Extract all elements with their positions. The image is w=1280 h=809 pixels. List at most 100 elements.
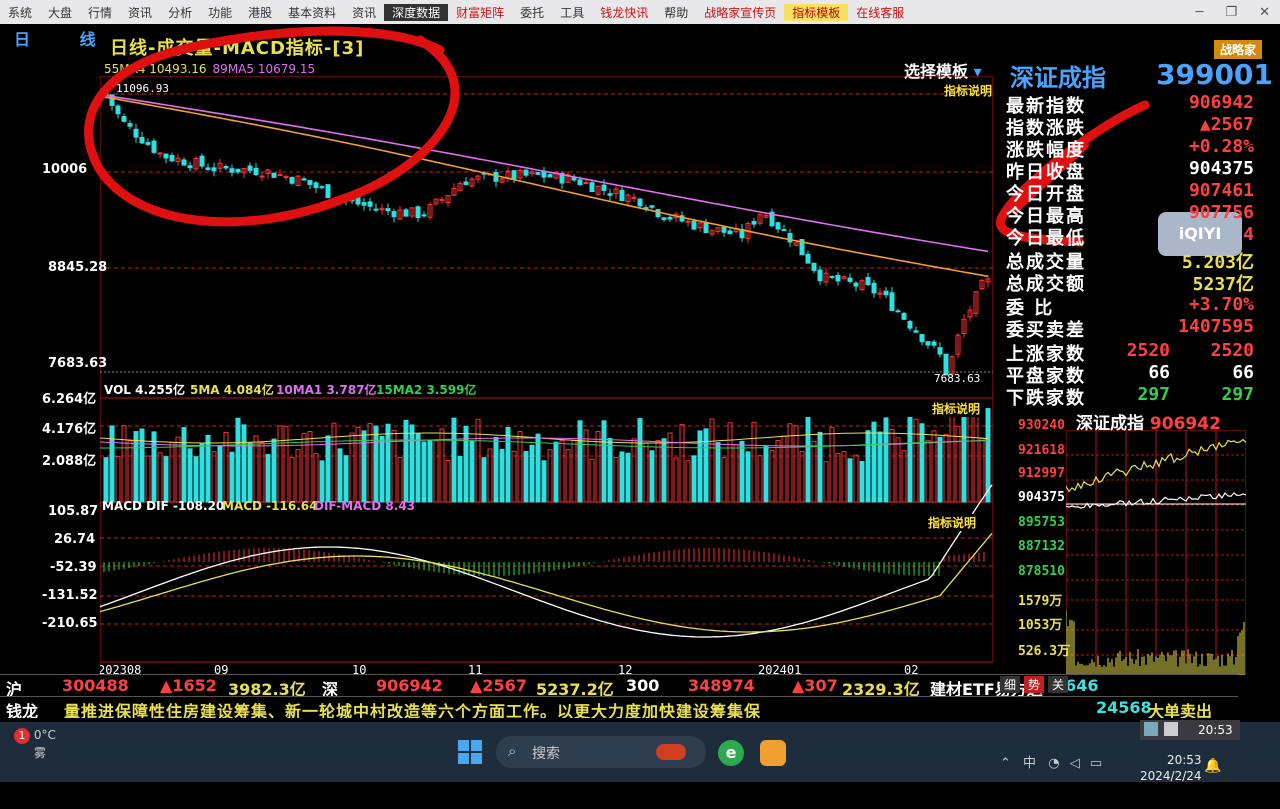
volume-bar [811, 440, 817, 503]
volume-bar [301, 432, 307, 503]
candle-body [913, 330, 919, 333]
search-placeholder: 搜索 [532, 746, 560, 762]
ime-icon[interactable]: 中 [1023, 756, 1036, 771]
candle-body [937, 347, 943, 355]
battery-icon[interactable]: ▭ [1090, 756, 1102, 771]
volume-bar [577, 420, 583, 503]
user-icon[interactable] [1144, 722, 1158, 736]
period-selector[interactable]: 日 线 [14, 26, 118, 50]
volume-bar [409, 424, 415, 503]
menu-item-3[interactable]: 资讯 [120, 4, 160, 21]
volume-bar [715, 442, 721, 503]
candle-body [781, 229, 787, 232]
volume-bar [613, 456, 619, 503]
indicator-note-button-0[interactable]: 指标说明 [944, 82, 993, 99]
volume-bar [127, 440, 133, 503]
volume-bar [559, 440, 565, 503]
volume-bar [265, 453, 271, 503]
candle-body [931, 341, 937, 346]
intraday-chart[interactable] [1066, 430, 1246, 675]
menu-item-5[interactable]: 功能 [200, 4, 240, 21]
indicator-note-button-2[interactable]: 指标说明 [928, 514, 977, 531]
panel-tab-1[interactable]: 势 [1024, 676, 1045, 693]
system-tray-icons[interactable]: ⌃ 中 ◔ ◁ ▭ [1000, 752, 1102, 771]
menu-item-2[interactable]: 行情 [80, 4, 120, 21]
volume-bar [637, 418, 643, 503]
volume-bar [685, 460, 691, 503]
volume-bar [859, 460, 865, 503]
quote-row: 今日开盘 907461 [1006, 180, 1256, 205]
candle-body [721, 226, 727, 233]
candle-body [151, 140, 157, 153]
weather-badge: 1 [14, 728, 30, 744]
volume-bar [709, 418, 715, 503]
panel-tab-2[interactable]: 关 [1048, 676, 1069, 693]
quote-row: 今日最低 4 [1006, 224, 1256, 249]
macd-legend-0: MACD DIF -108.20 [102, 499, 225, 513]
news-scroller[interactable]: 钱龙 量推进保障性住房建设筹集、新一轮城中村改造等六个方面工作。以更大力度加快建… [0, 696, 1238, 718]
menu-item-9[interactable]: 深度数据 [384, 3, 449, 21]
volume-bar [721, 456, 727, 503]
candle-body [607, 193, 613, 196]
menu-item-7[interactable]: 基本资料 [280, 4, 344, 21]
panel-tab-0[interactable]: 细 [1000, 676, 1021, 693]
vol-legend-0: VOL 4.255亿 [104, 383, 186, 397]
candle-body [331, 198, 337, 201]
volume-bar [625, 452, 631, 503]
indicator-note-button-1[interactable]: 指标说明 [932, 400, 981, 417]
volume-bar [769, 449, 775, 503]
price-axis-label-1: 8845.28 [48, 260, 108, 275]
notification-bell-icon[interactable]: 🔔 [1204, 758, 1221, 774]
price-axis-label-2: 7683.63 [48, 356, 108, 371]
menu-item-1[interactable]: 大盘 [40, 4, 80, 21]
wifi-icon[interactable]: ◔ [1048, 756, 1059, 771]
quote-value-2: 2520 [1126, 340, 1170, 361]
menu-item-17[interactable]: 在线客服 [848, 4, 912, 21]
menu-item-13[interactable]: 钱龙快讯 [592, 4, 656, 21]
candle-body [325, 184, 331, 199]
volume-bar [775, 439, 781, 503]
menu-item-16[interactable]: 指标模板 [784, 3, 849, 21]
menu-item-6[interactable]: 港股 [240, 4, 280, 21]
menu-item-15[interactable]: 战略家宣传页 [696, 4, 784, 21]
quote-value: 4 [1243, 224, 1254, 245]
windows-start-icon[interactable] [456, 738, 484, 766]
menu-item-10[interactable]: 财富矩阵 [448, 4, 512, 21]
candle-body [103, 87, 109, 96]
menu-item-8[interactable]: 资讯 [344, 4, 384, 21]
menu-item-11[interactable]: 委托 [512, 4, 552, 21]
volume-bar [433, 440, 439, 503]
ticker-etf-amount: 24568 [1096, 698, 1152, 717]
volume-bar [139, 428, 145, 503]
volume-bar [529, 444, 535, 503]
candle-body [253, 167, 259, 176]
taskbar-search[interactable]: ⌕ 搜索 [496, 736, 706, 768]
vol-legend-2: 10MA1 3.787亿 [276, 383, 377, 397]
menu-item-12[interactable]: 工具 [552, 4, 592, 21]
menu-item-14[interactable]: 帮助 [656, 4, 696, 21]
ticker-300-change: ▲307 [792, 676, 838, 695]
qianlong-app-icon[interactable] [760, 740, 786, 766]
candle-body [385, 208, 391, 212]
grid-icon[interactable] [1164, 722, 1178, 736]
kline-chart[interactable]: 11096.937683.63202308 09 10 11 12 202401 02 [100, 76, 993, 676]
minimize-icon[interactable]: ─ [1196, 5, 1204, 20]
menu-item-0[interactable]: 系统 [0, 4, 40, 21]
menu-item-4[interactable]: 分析 [160, 4, 200, 21]
volume-bar [757, 455, 763, 503]
quote-row: 涨跌幅度 +0.28% [1006, 136, 1256, 161]
index-name: 深证成指 [1010, 64, 1106, 92]
candle-body [307, 180, 313, 186]
volume-bar [295, 449, 301, 503]
macd-axis-label-2: -52.39 [50, 560, 97, 575]
macd-axis-label-3: -131.52 [42, 588, 98, 603]
weather-widget[interactable]: 1 0°C 雾 [14, 728, 56, 761]
edge-browser-icon[interactable]: e [718, 740, 744, 766]
close-icon[interactable]: ✕ [1259, 5, 1270, 20]
candle-body [847, 277, 853, 282]
restore-icon[interactable]: ❐ [1225, 5, 1237, 20]
taskbar-clock[interactable]: 20:53 2024/2/24 [1140, 752, 1202, 784]
chevron-up-icon[interactable]: ⌃ [1000, 756, 1011, 771]
volume-icon[interactable]: ◁ [1070, 756, 1080, 771]
volume-bar [151, 431, 157, 503]
